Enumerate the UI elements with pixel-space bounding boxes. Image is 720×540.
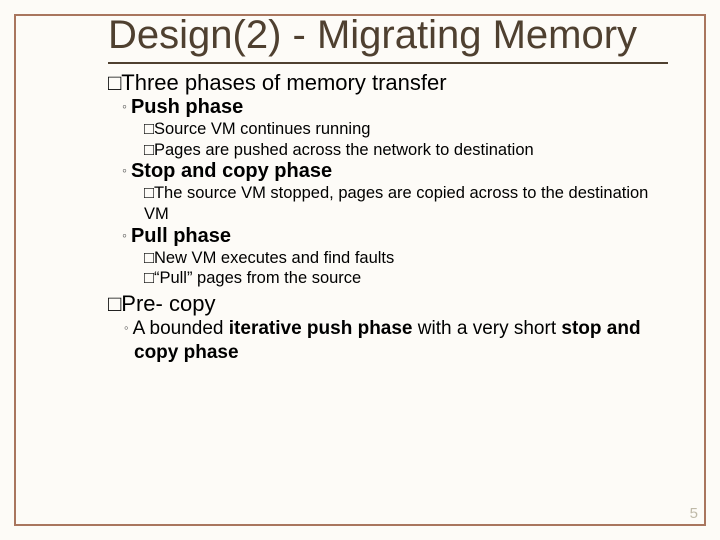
square-bullet-icon: □ — [144, 119, 154, 140]
phase-pull: ◦Pull phase — [122, 225, 668, 248]
slide-content: Design(2) - Migrating Memory □Three phas… — [108, 12, 668, 364]
phase-list: ◦Push phase □Source VM continues running… — [122, 96, 668, 289]
detail-line: □New VM executes and find faults — [144, 248, 668, 269]
detail-line: □Pages are pushed across the network to … — [144, 140, 668, 161]
text-bold: iterative push phase — [229, 318, 413, 339]
text-fragment: with a very short — [413, 318, 562, 339]
square-bullet-icon: □ — [144, 183, 154, 204]
detail-text: The source VM stopped, pages are copied … — [144, 184, 648, 223]
square-bullet-icon: □ — [144, 140, 154, 161]
detail-line: □Source VM continues running — [144, 119, 668, 140]
diamond-icon: ◦ — [122, 162, 127, 178]
phase-label: Pull phase — [131, 225, 231, 247]
diamond-icon: ◦ — [122, 98, 127, 114]
text-fragment: A bounded — [133, 318, 229, 339]
square-bullet-icon: □ — [144, 248, 154, 269]
page-number: 5 — [690, 505, 698, 522]
detail-text: New VM executes and find faults — [154, 249, 394, 267]
square-bullet-icon: □ — [144, 268, 154, 289]
phase-stop-copy-details: □The source VM stopped, pages are copied… — [144, 183, 668, 224]
phase-label: Push phase — [131, 96, 243, 118]
diamond-icon: ◦ — [124, 320, 129, 335]
bullet-text: Pre- copy — [121, 291, 215, 316]
detail-text: “Pull” pages from the source — [154, 269, 361, 287]
phase-push-details: □Source VM continues running □Pages are … — [144, 119, 668, 160]
phase-pull-details: □New VM executes and find faults □“Pull”… — [144, 248, 668, 289]
detail-text: Source VM continues running — [154, 120, 370, 138]
phase-label: Stop and copy phase — [131, 160, 332, 182]
detail-line: □“Pull” pages from the source — [144, 268, 668, 289]
phase-push: ◦Push phase — [122, 96, 668, 119]
detail-line: □The source VM stopped, pages are copied… — [144, 183, 668, 224]
diamond-icon: ◦ — [122, 227, 127, 243]
pre-copy-description: ◦ A bounded iterative push phase with a v… — [124, 317, 668, 365]
square-bullet-icon: □ — [108, 70, 121, 96]
phase-stop-copy: ◦Stop and copy phase — [122, 160, 668, 183]
bullet-text: Three phases of memory transfer — [121, 70, 446, 95]
bullet-three-phases: □Three phases of memory transfer — [108, 70, 668, 96]
detail-text: Pages are pushed across the network to d… — [154, 141, 534, 159]
bullet-pre-copy: □Pre- copy — [108, 291, 668, 317]
square-bullet-icon: □ — [108, 291, 121, 317]
slide-title: Design(2) - Migrating Memory — [108, 12, 668, 64]
